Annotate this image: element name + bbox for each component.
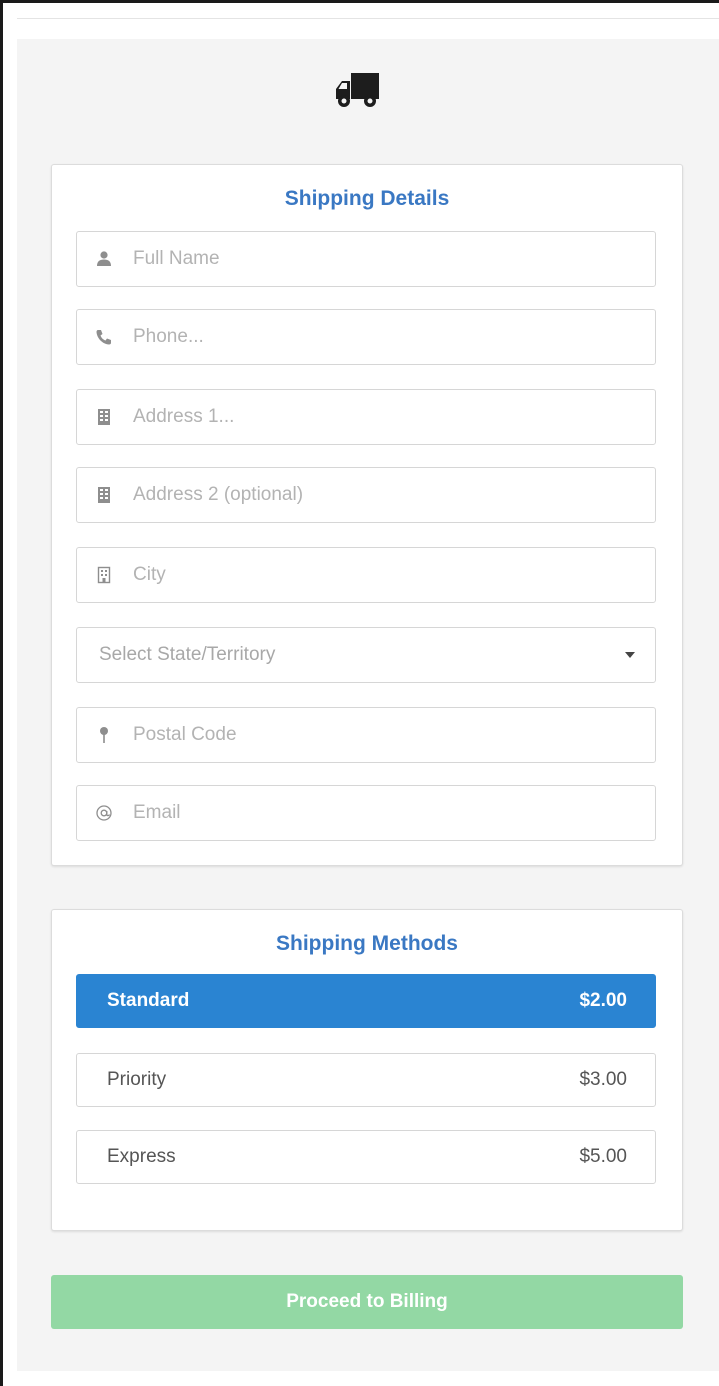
- state-select-value: Select State/Territory: [99, 644, 276, 665]
- full-name-input[interactable]: [133, 232, 633, 286]
- at-sign-icon: [96, 805, 112, 821]
- city-field[interactable]: [76, 547, 656, 603]
- top-divider: [17, 18, 719, 19]
- method-name: Express: [107, 1146, 176, 1167]
- postal-code-field[interactable]: [76, 707, 656, 763]
- checkout-canvas: Shipping Details Full Name Phone... Addr…: [17, 39, 719, 1371]
- email-input[interactable]: [133, 786, 633, 840]
- building-icon: [98, 487, 110, 503]
- postal-code-input[interactable]: [133, 708, 633, 762]
- method-price: $5.00: [579, 1146, 627, 1167]
- email-field[interactable]: [76, 785, 656, 841]
- method-price: $2.00: [579, 990, 627, 1011]
- building-icon: [98, 409, 110, 425]
- address2-field[interactable]: [76, 467, 656, 523]
- method-name: Priority: [107, 1069, 167, 1090]
- caret-down-icon: [625, 652, 635, 658]
- phone-icon: [96, 330, 111, 345]
- proceed-to-billing-button[interactable]: Proceed to Billing: [51, 1275, 683, 1329]
- method-name: Standard: [107, 990, 190, 1011]
- method-price: $3.00: [579, 1069, 627, 1090]
- shipping-details-title: Shipping Details: [284, 187, 450, 210]
- shipping-methods-panel: Shipping Methods Standard $2.00 Priority…: [51, 909, 683, 1231]
- user-icon: [97, 251, 111, 266]
- phone-input[interactable]: [133, 310, 633, 364]
- phone-field[interactable]: [76, 309, 656, 365]
- address2-input[interactable]: [133, 468, 633, 522]
- map-pin-icon: [100, 727, 108, 743]
- shipping-method-priority[interactable]: Priority $3.00: [76, 1053, 656, 1107]
- address1-input[interactable]: [133, 390, 633, 444]
- city-input[interactable]: [133, 548, 633, 602]
- state-select[interactable]: Select State/Territory: [76, 627, 656, 683]
- page-frame: Shipping Details Full Name Phone... Addr…: [0, 0, 719, 1386]
- shipping-method-express[interactable]: Express $5.00: [76, 1130, 656, 1184]
- truck-icon: [336, 73, 379, 107]
- city-building-icon: [97, 566, 111, 584]
- shipping-method-standard[interactable]: Standard $2.00: [76, 974, 656, 1028]
- address1-field[interactable]: [76, 389, 656, 445]
- shipping-details-panel: Shipping Details Full Name Phone... Addr…: [51, 164, 683, 866]
- shipping-methods-title: Shipping Methods: [276, 932, 458, 955]
- full-name-field[interactable]: [76, 231, 656, 287]
